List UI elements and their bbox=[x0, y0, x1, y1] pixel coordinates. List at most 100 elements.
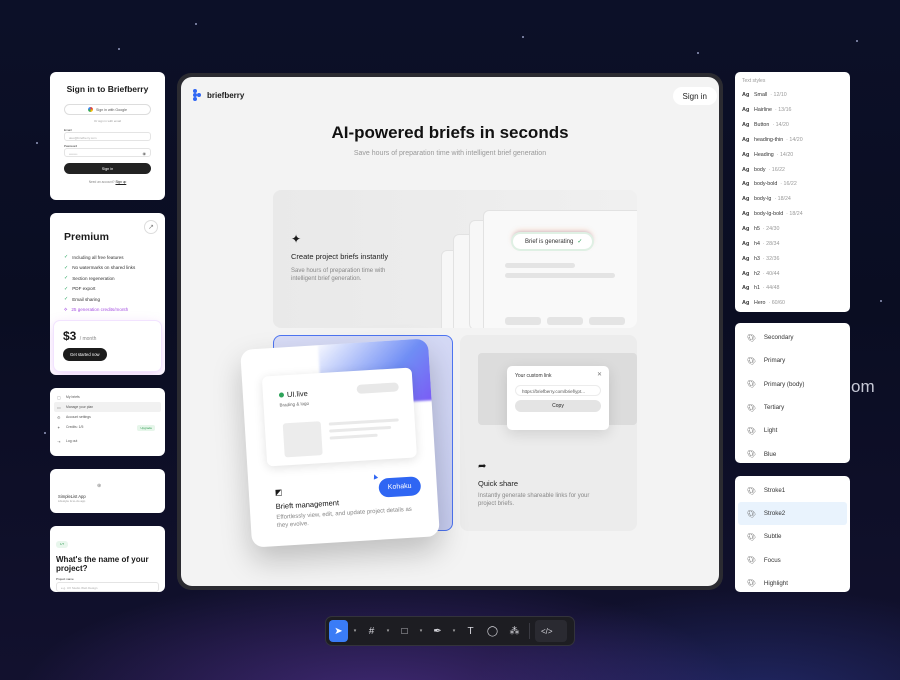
text-style-item[interactable]: Ag h2 · 40/44 bbox=[742, 266, 843, 281]
color-style-name: Subtle bbox=[763, 533, 782, 541]
check-icon: ✓ bbox=[64, 264, 69, 271]
color-style-name: Focus bbox=[763, 556, 781, 564]
text-style-item[interactable]: Ag h4 · 28/34 bbox=[742, 236, 843, 251]
code-tool[interactable]: </> bbox=[535, 620, 567, 642]
email-field[interactable]: alex@briefberry.com bbox=[64, 132, 151, 141]
color-styles-panel: 🎨︎ Secondary 🎨︎ Primary 🎨︎ Primary (body) 🎨︎ Te… bbox=[735, 323, 850, 463]
copy-button[interactable]: Copy bbox=[515, 400, 601, 412]
color-style-item[interactable]: 🎨︎ Light bbox=[738, 419, 847, 442]
components-tool[interactable]: ⁂ bbox=[505, 620, 524, 642]
text-style-item[interactable]: Ag Hero · 60/60 bbox=[742, 296, 843, 311]
signup-link[interactable]: Sign up bbox=[115, 180, 126, 184]
rectangle-tool[interactable]: □ bbox=[395, 620, 414, 642]
app-item-card[interactable]: ⊛ SimpleList App Lifestyle & to-do app bbox=[50, 469, 165, 513]
palette-icon: 🎨︎ bbox=[747, 334, 756, 342]
text-style-name: body-lg bbox=[754, 196, 772, 203]
text-style-item[interactable]: Ag h3 · 32/36 bbox=[742, 251, 843, 266]
color-style-item[interactable]: 🎨︎ Primary (body) bbox=[738, 373, 847, 396]
pen-tool[interactable]: ✒ bbox=[428, 620, 447, 642]
feature-card-share: ➦ Quick share Instantly generate shareab… bbox=[460, 335, 637, 531]
project-name-input[interactable]: e.g. UX Studio Web Design bbox=[56, 582, 159, 592]
text-style-size: · 16/22 bbox=[780, 181, 797, 188]
text-style-item[interactable]: Ag Hairline · 13/16 bbox=[742, 103, 843, 118]
share-arrow-icon: ➦ bbox=[478, 461, 487, 472]
text-style-name: body-lg-bold bbox=[754, 211, 784, 218]
text-style-name: h3 bbox=[754, 255, 760, 262]
chevron-down-icon: ▾ bbox=[419, 628, 423, 634]
comment-tool[interactable]: ◯ bbox=[483, 620, 502, 642]
upgrade-badge[interactable]: Upgrade bbox=[137, 424, 155, 431]
text-style-size: · 40/44 bbox=[762, 270, 780, 277]
placeholder-line bbox=[328, 418, 399, 426]
text-style-item[interactable]: Ag body-bold · 16/22 bbox=[742, 177, 843, 192]
text-style-glyph: Ag bbox=[742, 255, 750, 262]
text-style-item[interactable]: Ag Heading · 14/20 bbox=[742, 147, 843, 162]
signin-nav-button[interactable]: Sign in bbox=[672, 87, 717, 105]
frame-tool[interactable]: # bbox=[362, 620, 381, 642]
menu-item-account-settings[interactable]: ⚙ Account settings bbox=[54, 412, 161, 422]
color-style-item[interactable]: 🎨︎ Focus bbox=[738, 549, 847, 572]
color-style-name: Primary (body) bbox=[763, 380, 805, 388]
move-tool[interactable]: ➤ bbox=[329, 620, 348, 642]
text-tool[interactable]: T bbox=[461, 620, 480, 642]
menu-item-manage-plan[interactable]: ▭ Manage your plan bbox=[54, 402, 161, 412]
signin-submit-button[interactable]: Sign in bbox=[64, 163, 151, 174]
frame-icon: # bbox=[368, 625, 375, 637]
pen-tool-dropdown[interactable]: ▾ bbox=[450, 620, 458, 642]
list-item: ✓ No watermarks on shared links bbox=[64, 263, 151, 274]
arrow-up-right-icon[interactable]: ↗ bbox=[144, 220, 158, 234]
text-style-glyph: Ag bbox=[742, 270, 750, 277]
text-style-glyph: Ag bbox=[742, 196, 750, 203]
star bbox=[44, 432, 46, 434]
text-style-item[interactable]: Ag body-lg · 18/24 bbox=[742, 192, 843, 207]
color-style-item[interactable]: 🎨︎ Stroke2 bbox=[738, 502, 847, 526]
move-tool-dropdown[interactable]: ▾ bbox=[351, 620, 359, 642]
text-style-item[interactable]: Ag h1 · 44/48 bbox=[742, 281, 843, 296]
brand-logo[interactable]: briefberry bbox=[193, 89, 244, 101]
text-style-item[interactable]: Ag heading-thin · 14/20 bbox=[742, 133, 843, 148]
feature-label: No watermarks on shared links bbox=[72, 265, 136, 271]
project-subtitle: Brading & logo bbox=[279, 400, 310, 408]
menu-item-credits[interactable]: ✦ Credits: 1/5 Upgrade bbox=[54, 422, 161, 432]
text-style-size-value: 18/24 bbox=[777, 196, 791, 203]
color-style-item[interactable]: 🎨︎ Blue bbox=[738, 442, 847, 465]
password-field[interactable]: •••••••• ◉ bbox=[64, 148, 151, 157]
rectangle-tool-dropdown[interactable]: ▾ bbox=[417, 620, 425, 642]
text-style-item[interactable]: Ag Button · 14/20 bbox=[742, 118, 843, 133]
text-style-size-value: 44/48 bbox=[766, 285, 780, 292]
color-style-item[interactable]: 🎨︎ Primary bbox=[738, 349, 847, 372]
google-signin-button[interactable]: Sign in with Google bbox=[64, 104, 151, 115]
menu-item-my-briefs[interactable]: ▢ My briefs bbox=[54, 392, 161, 402]
color-style-item[interactable]: 🎨︎ Stroke1 bbox=[738, 479, 847, 502]
check-icon: ✓ bbox=[64, 285, 69, 292]
menu-item-log-out[interactable]: ⇥ Log out bbox=[54, 436, 161, 446]
project-brand: UI.live bbox=[278, 389, 308, 400]
text-style-item[interactable]: Ag body-lg-bold · 18/24 bbox=[742, 207, 843, 222]
text-style-item[interactable]: Ag body · 16/22 bbox=[742, 162, 843, 177]
premium-title: Premium bbox=[64, 231, 109, 243]
frame-tool-dropdown[interactable]: ▾ bbox=[384, 620, 392, 642]
placeholder-bar bbox=[505, 263, 575, 268]
feature-title: Create project briefs instantly bbox=[291, 252, 389, 261]
text-style-glyph: Ag bbox=[742, 226, 750, 233]
brief-preview-doc bbox=[483, 210, 637, 328]
custom-link-field[interactable]: https://briefberry.com/brief/ypt... bbox=[515, 385, 601, 396]
get-started-button[interactable]: Get started now bbox=[63, 348, 107, 361]
feature-title: Quick share bbox=[478, 479, 519, 488]
text-style-item[interactable]: Ag h5 · 24/30 bbox=[742, 222, 843, 237]
price: $3 / month bbox=[63, 329, 152, 343]
brand-name: briefberry bbox=[207, 90, 245, 100]
close-icon[interactable]: ✕ bbox=[597, 371, 602, 378]
color-style-item[interactable]: 🎨︎ Highlight bbox=[738, 572, 847, 595]
eye-icon[interactable]: ◉ bbox=[143, 151, 147, 156]
text-style-size: · 60/60 bbox=[768, 300, 785, 307]
text-style-item[interactable]: Ag Small · 12/10 bbox=[742, 88, 843, 103]
color-style-item[interactable]: 🎨︎ Tertiary bbox=[738, 396, 847, 419]
text-style-size-value: 28/34 bbox=[766, 240, 780, 247]
text-style-glyph: Ag bbox=[742, 181, 750, 188]
list-item: ⟡ 25 generation credits/month bbox=[64, 305, 151, 316]
password-value: •••••••• bbox=[69, 151, 78, 156]
color-style-item[interactable]: 🎨︎ Subtle bbox=[738, 525, 847, 548]
text-style-glyph: Ag bbox=[742, 166, 750, 173]
color-style-item[interactable]: 🎨︎ Secondary bbox=[738, 326, 847, 349]
